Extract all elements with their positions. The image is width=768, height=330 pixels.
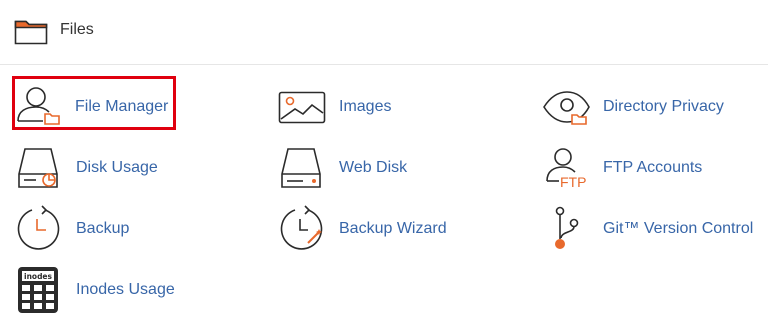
git-version-control-label: Git™ Version Control <box>603 220 754 237</box>
images-link[interactable]: Images <box>278 83 398 131</box>
disk-usage-label: Disk Usage <box>76 159 158 176</box>
ftp-icon-text: FTP <box>560 174 586 190</box>
files-section-header[interactable]: Files <box>0 0 768 65</box>
files-panel: Files File Manager Images Directory Priv… <box>0 0 768 330</box>
backup-link[interactable]: Backup <box>15 205 135 253</box>
directory-privacy-link[interactable]: Directory Privacy <box>542 83 724 131</box>
eye-folder-icon <box>543 91 590 125</box>
hard-drive-icon <box>281 148 321 188</box>
directory-privacy-label: Directory Privacy <box>603 98 724 115</box>
folder-icon <box>14 20 48 45</box>
image-icon <box>278 91 326 124</box>
file-manager-highlight <box>12 76 176 130</box>
ftp-accounts-label: FTP Accounts <box>603 159 703 176</box>
section-title: Files <box>60 21 94 38</box>
clock-backup-icon <box>17 205 60 250</box>
backup-label: Backup <box>76 220 130 237</box>
clock-wand-icon <box>280 205 323 250</box>
images-label: Images <box>339 98 392 115</box>
disk-usage-link[interactable]: Disk Usage <box>15 144 158 192</box>
inodes-icon-text: inodes <box>24 272 53 281</box>
web-disk-link[interactable]: Web Disk <box>278 144 408 192</box>
backup-wizard-label: Backup Wizard <box>339 220 447 237</box>
disk-chart-icon <box>18 148 58 188</box>
git-version-control-link[interactable]: Git™ Version Control <box>542 205 754 253</box>
ftp-user-icon: FTP <box>546 148 586 190</box>
calculator-icon: inodes <box>18 267 58 313</box>
inodes-usage-link[interactable]: inodes Inodes Usage <box>15 266 175 314</box>
backup-wizard-link[interactable]: Backup Wizard <box>278 205 448 253</box>
inodes-usage-label: Inodes Usage <box>76 281 175 298</box>
web-disk-label: Web Disk <box>339 159 408 176</box>
git-branch-icon <box>555 206 579 249</box>
ftp-accounts-link[interactable]: FTP FTP Accounts <box>542 144 702 192</box>
